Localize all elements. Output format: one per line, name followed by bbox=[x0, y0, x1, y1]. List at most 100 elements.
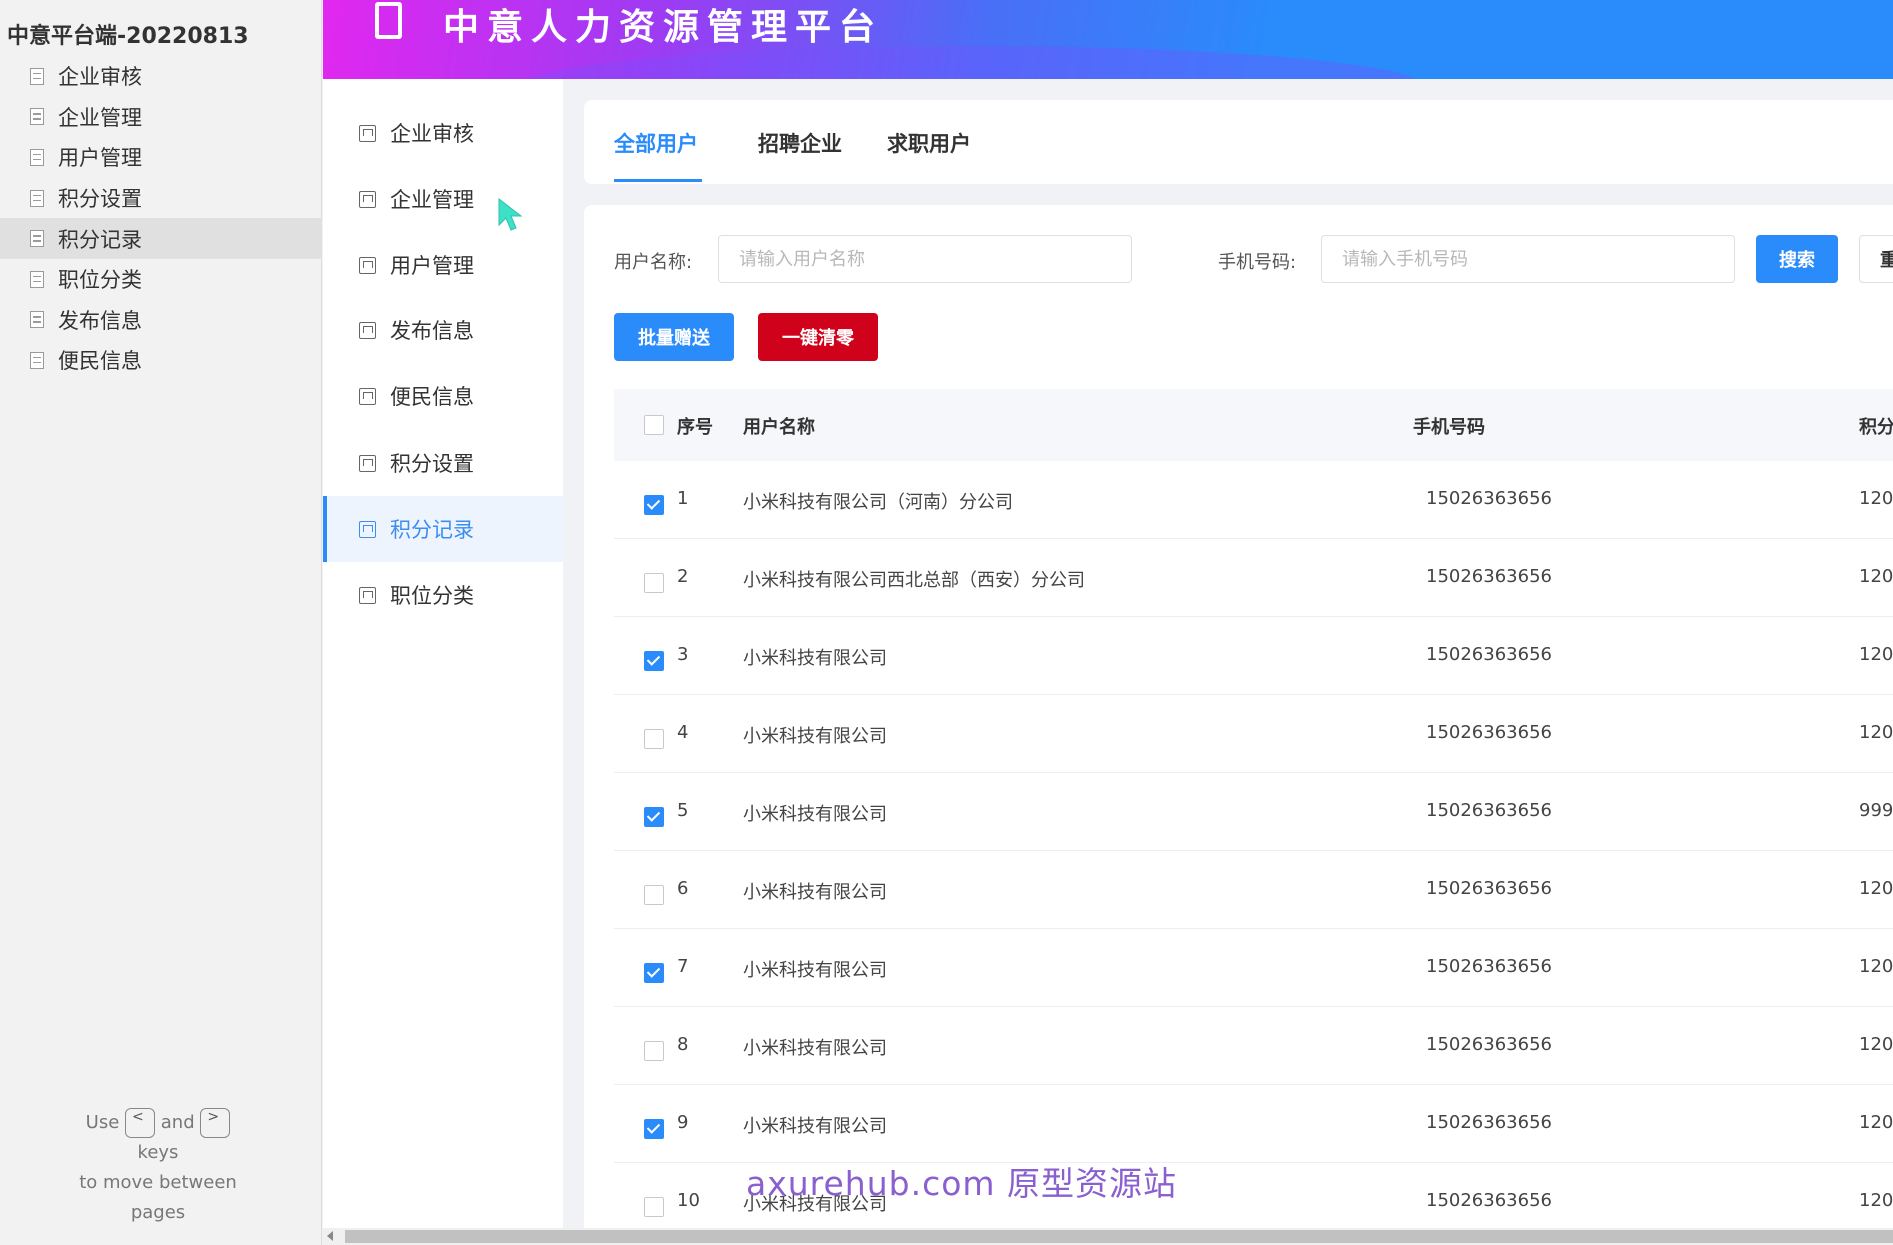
batch-gift-button[interactable]: 批量赠送 bbox=[614, 313, 734, 361]
page-icon bbox=[30, 67, 44, 85]
page-icon bbox=[30, 351, 44, 369]
search-button[interactable]: 搜索 bbox=[1756, 235, 1838, 283]
row-checkbox[interactable] bbox=[644, 1119, 664, 1139]
table-row[interactable]: 2 小米科技有限公司西北总部（西安）分公司 15026363656 120 bbox=[614, 539, 1893, 617]
page-icon bbox=[30, 270, 44, 288]
clear-all-button[interactable]: 一键清零 bbox=[758, 313, 878, 361]
row-username: 小米科技有限公司（河南）分公司 bbox=[743, 492, 1013, 513]
page-item-label: 发布信息 bbox=[58, 308, 142, 333]
page-item-points-settings[interactable]: 积分设置 bbox=[0, 178, 322, 219]
save-icon bbox=[359, 387, 376, 405]
row-points: 120 bbox=[1859, 956, 1893, 977]
menu-item-job-categories[interactable]: 职位分类 bbox=[323, 562, 563, 628]
menu-item-label: 发布信息 bbox=[390, 319, 474, 343]
menu-item-points-records[interactable]: 积分记录 bbox=[323, 496, 563, 562]
row-username: 小米科技有限公司 bbox=[743, 804, 887, 825]
row-username: 小米科技有限公司 bbox=[743, 1116, 887, 1137]
username-input[interactable] bbox=[718, 235, 1132, 283]
row-checkbox[interactable] bbox=[644, 651, 664, 671]
phone-input[interactable] bbox=[1321, 235, 1735, 283]
row-phone: 15026363656 bbox=[1426, 956, 1552, 977]
row-phone: 15026363656 bbox=[1426, 1034, 1552, 1055]
page-item-user-management[interactable]: 用户管理 bbox=[0, 137, 322, 178]
row-phone: 15026363656 bbox=[1426, 878, 1552, 899]
row-username: 小米科技有限公司 bbox=[743, 960, 887, 981]
select-all-checkbox[interactable] bbox=[644, 415, 664, 435]
reset-button[interactable]: 重 bbox=[1859, 235, 1893, 283]
help-and-text: and bbox=[160, 1112, 195, 1133]
row-points: 120 bbox=[1859, 488, 1893, 509]
row-checkbox[interactable] bbox=[644, 1197, 664, 1217]
page-item-job-categories[interactable]: 职位分类 bbox=[0, 259, 322, 300]
row-checkbox[interactable] bbox=[644, 729, 664, 749]
row-points: 120 bbox=[1859, 1190, 1893, 1211]
row-index: 9 bbox=[677, 1112, 689, 1133]
menu-item-points-settings[interactable]: 积分设置 bbox=[323, 430, 563, 496]
tab-job-seekers[interactable]: 求职用户 bbox=[887, 128, 971, 158]
row-points: 120 bbox=[1859, 566, 1893, 587]
page-item-label: 企业管理 bbox=[58, 105, 142, 130]
active-tab-indicator bbox=[614, 179, 702, 182]
page-item-convenience-info[interactable]: 便民信息 bbox=[0, 340, 322, 381]
row-points: 120 bbox=[1859, 878, 1893, 899]
tab-recruiting-enterprises[interactable]: 招聘企业 bbox=[758, 128, 842, 158]
page-icon bbox=[30, 108, 44, 126]
row-index: 5 bbox=[677, 800, 689, 821]
menu-item-publish-info[interactable]: 发布信息 bbox=[323, 297, 563, 363]
phone-label: 手机号码: bbox=[1218, 252, 1297, 273]
help-use-text: Use bbox=[85, 1112, 120, 1133]
page-item-enterprise-management[interactable]: 企业管理 bbox=[0, 97, 322, 138]
table-row[interactable]: 5 小米科技有限公司 15026363656 999 bbox=[614, 773, 1893, 851]
page-item-enterprise-review[interactable]: 企业审核 bbox=[0, 56, 322, 97]
row-points: 120 bbox=[1859, 722, 1893, 743]
menu-item-user-management[interactable]: 用户管理 bbox=[323, 232, 563, 298]
menu-item-enterprise-management[interactable]: 企业管理 bbox=[323, 166, 563, 232]
table-row[interactable]: 8 小米科技有限公司 15026363656 120 bbox=[614, 1007, 1893, 1085]
table-row[interactable]: 6 小米科技有限公司 15026363656 120 bbox=[614, 851, 1893, 929]
save-icon bbox=[359, 520, 376, 538]
row-phone: 15026363656 bbox=[1426, 722, 1552, 743]
save-icon bbox=[359, 321, 376, 339]
row-username: 小米科技有限公司 bbox=[743, 1038, 887, 1059]
row-phone: 15026363656 bbox=[1426, 1190, 1552, 1211]
tab-all-users[interactable]: 全部用户 bbox=[614, 128, 698, 158]
row-checkbox[interactable] bbox=[644, 885, 664, 905]
table-row[interactable]: 7 小米科技有限公司 15026363656 120 bbox=[614, 929, 1893, 1007]
table-row[interactable]: 1 小米科技有限公司（河南）分公司 15026363656 120 bbox=[614, 461, 1893, 539]
project-pages-pane: 中意平台端-20220813 企业审核 企业管理 用户管理 积分设置 积分记录 … bbox=[0, 0, 322, 1245]
row-index: 3 bbox=[677, 644, 689, 665]
column-header-points: 积分 bbox=[1859, 417, 1893, 438]
points-table: 序号 用户名称 手机号码 积分 1 小米科技有限公司（河南）分公司 15026363… bbox=[614, 389, 1893, 1241]
row-index: 6 bbox=[677, 878, 689, 899]
menu-item-label: 便民信息 bbox=[390, 385, 474, 409]
row-checkbox[interactable] bbox=[644, 1041, 664, 1061]
row-checkbox[interactable] bbox=[644, 495, 664, 515]
page-icon bbox=[30, 189, 44, 207]
row-checkbox[interactable] bbox=[644, 807, 664, 827]
page-item-publish-info[interactable]: 发布信息 bbox=[0, 300, 322, 341]
row-index: 8 bbox=[677, 1034, 689, 1055]
row-checkbox[interactable] bbox=[644, 573, 664, 593]
menu-item-convenience-info[interactable]: 便民信息 bbox=[323, 363, 563, 429]
menu-item-label: 用户管理 bbox=[390, 254, 474, 278]
save-icon bbox=[359, 124, 376, 142]
watermark: axurehub.com 原型资源站 bbox=[746, 1164, 1178, 1203]
horizontal-scrollbar[interactable] bbox=[323, 1228, 1893, 1245]
help-line-1: Use < and > bbox=[40, 1108, 276, 1138]
scrollbar-thumb[interactable] bbox=[345, 1230, 1893, 1243]
row-checkbox[interactable] bbox=[644, 963, 664, 983]
page-item-label: 用户管理 bbox=[58, 146, 142, 171]
row-index: 2 bbox=[677, 566, 689, 587]
table-row[interactable]: 4 小米科技有限公司 15026363656 120 bbox=[614, 695, 1893, 773]
row-username: 小米科技有限公司 bbox=[743, 648, 887, 669]
menu-item-label: 职位分类 bbox=[390, 584, 474, 608]
scroll-left-arrow-icon[interactable] bbox=[327, 1231, 333, 1241]
menu-item-enterprise-review[interactable]: 企业审核 bbox=[323, 100, 563, 166]
row-username: 小米科技有限公司 bbox=[743, 882, 887, 903]
page-item-points-records[interactable]: 积分记录 bbox=[0, 218, 322, 259]
table-row[interactable]: 9 小米科技有限公司 15026363656 120 bbox=[614, 1085, 1893, 1163]
table-row[interactable]: 3 小米科技有限公司 15026363656 120 bbox=[614, 617, 1893, 695]
row-points: 999 bbox=[1859, 800, 1893, 821]
row-points: 120 bbox=[1859, 1034, 1893, 1055]
help-line-3: to move between bbox=[79, 1172, 237, 1193]
